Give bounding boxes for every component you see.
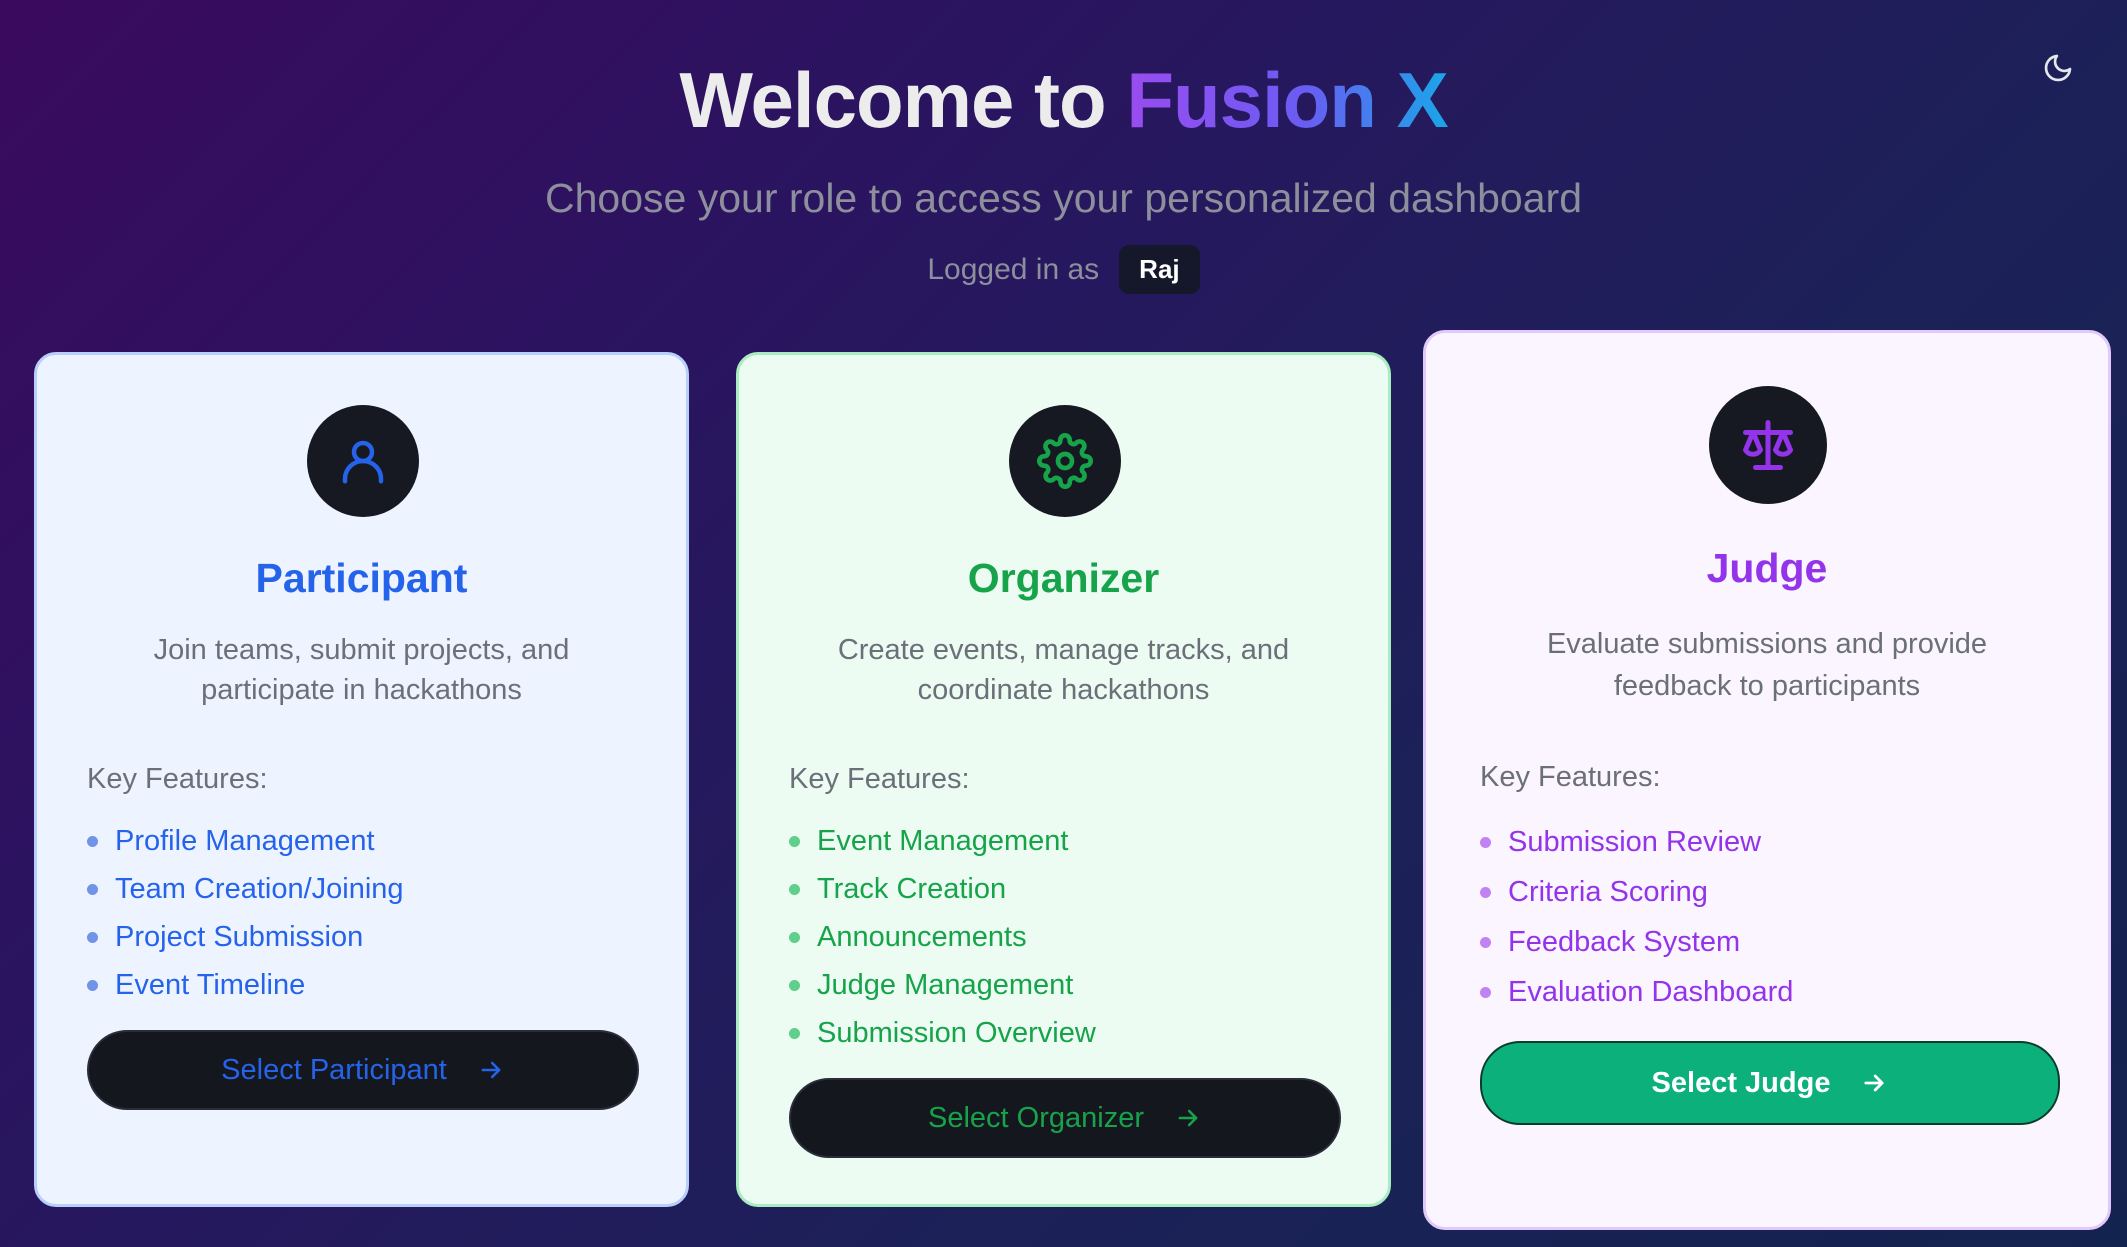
list-item: Team Creation/Joining (87, 865, 404, 913)
list-item: Submission Overview (789, 1009, 1096, 1057)
organizer-title: Organizer (967, 555, 1160, 601)
organizer-features-list: Event Management Track Creation Announce… (789, 817, 1096, 1057)
select-participant-label: Select Participant (221, 1053, 447, 1086)
list-item: Feedback System (1480, 917, 1793, 967)
brand-name: Fusion X (1126, 56, 1448, 144)
judge-icon-circle (1709, 386, 1827, 504)
participant-icon-circle (307, 405, 419, 517)
list-item: Profile Management (87, 817, 404, 865)
list-item: Project Submission (87, 913, 404, 961)
role-card-participant[interactable]: Participant Join teams, submit projects,… (34, 352, 689, 1207)
role-card-judge[interactable]: Judge Evaluate submissions and provide f… (1423, 330, 2111, 1230)
participant-features-list: Profile Management Team Creation/Joining… (87, 817, 404, 1009)
organizer-icon-circle (1009, 405, 1121, 517)
list-item: Event Timeline (87, 961, 404, 1009)
list-item: Judge Management (789, 961, 1096, 1009)
user-icon (342, 440, 384, 484)
arrow-right-icon (481, 1061, 501, 1079)
gear-icon (1037, 433, 1093, 489)
list-item: Submission Review (1480, 817, 1793, 867)
select-organizer-label: Select Organizer (928, 1101, 1144, 1134)
list-item: Track Creation (789, 865, 1096, 913)
arrow-right-icon (1178, 1109, 1198, 1127)
list-item: Announcements (789, 913, 1096, 961)
role-card-organizer[interactable]: Organizer Create events, manage tracks, … (736, 352, 1391, 1207)
scale-icon (1743, 420, 1793, 470)
participant-title: Participant (255, 555, 468, 601)
judge-description: Evaluate submissions and provide feedbac… (1546, 628, 1988, 702)
select-participant-button[interactable]: Select Participant (87, 1030, 639, 1110)
logged-in-label: Logged in as (927, 252, 1100, 286)
organizer-description: Create events, manage tracks, and coordi… (837, 634, 1290, 706)
participant-features-label: Key Features: (87, 763, 268, 795)
select-judge-button[interactable]: Select Judge (1480, 1041, 2060, 1125)
participant-description: Join teams, submit projects, and partici… (153, 634, 570, 706)
list-item: Event Management (789, 817, 1096, 865)
logged-in-status: Logged in as Raj (0, 245, 2127, 294)
page-title: Welcome to Fusion X (0, 55, 2127, 146)
judge-features-list: Submission Review Criteria Scoring Feedb… (1480, 817, 1793, 1017)
judge-title: Judge (1706, 545, 1828, 591)
judge-features-label: Key Features: (1480, 761, 1661, 793)
username-badge: Raj (1119, 245, 1200, 294)
list-item: Evaluation Dashboard (1480, 967, 1793, 1017)
title-prefix: Welcome to (679, 56, 1106, 144)
page-subtitle: Choose your role to access your personal… (545, 175, 1582, 221)
select-organizer-button[interactable]: Select Organizer (789, 1078, 1341, 1158)
list-item: Criteria Scoring (1480, 867, 1793, 917)
organizer-features-label: Key Features: (789, 763, 970, 795)
arrow-right-icon (1864, 1074, 1885, 1092)
select-judge-label: Select Judge (1651, 1066, 1831, 1099)
